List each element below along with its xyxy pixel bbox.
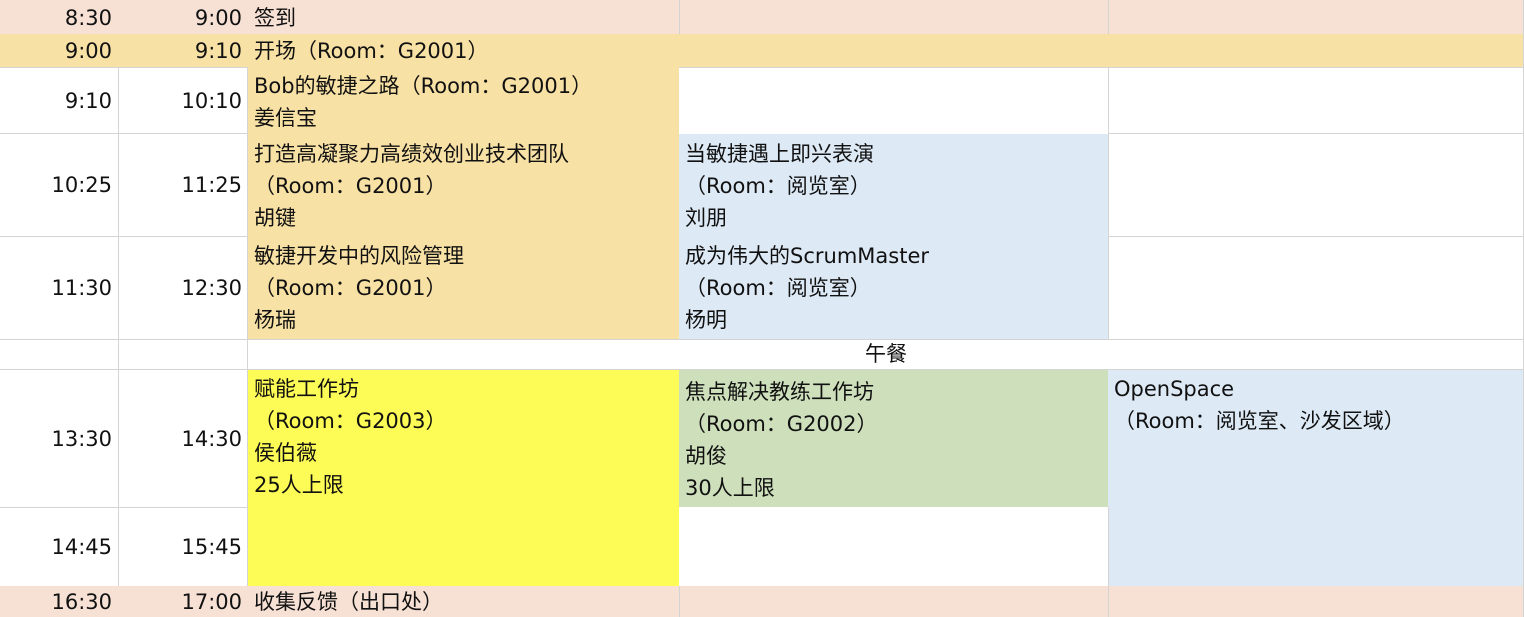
- grid-line: [1108, 236, 1524, 237]
- session-cell: 打造高凝聚力高绩效创业技术团队 （Room：G2001） 胡键: [248, 137, 679, 236]
- grid-line: [679, 0, 680, 34]
- start-time: 8:30: [64, 6, 112, 30]
- opening-title: 开场（Room：G2001）: [254, 38, 489, 63]
- start-time: 9:00: [64, 38, 112, 63]
- grid-line: [679, 67, 1524, 68]
- session-speaker: 侯伯薇: [254, 441, 317, 465]
- session-title: 赋能工作坊: [254, 377, 359, 401]
- session-speaker: 胡俊: [685, 444, 727, 468]
- session-room: （Room：G2001）: [254, 276, 447, 300]
- session-limit: 25人上限: [254, 473, 344, 497]
- session-title: 当敏捷遇上即兴表演: [685, 142, 874, 166]
- end-time: 11:25: [181, 173, 242, 197]
- session-room: （Room：G2001）: [254, 174, 447, 198]
- grid-line: [1108, 586, 1109, 617]
- session-title: Bob的敏捷之路（Room：G2001）: [254, 74, 593, 98]
- start-time: 16:30: [51, 589, 112, 614]
- schedule-sheet: 8:30 9:00 签到 9:00 9:10 开场（Room：G2001） 9:…: [0, 0, 1524, 617]
- session-cell: 焦点解决教练工作坊 （Room：G2002） 胡俊 30人上限: [679, 375, 1108, 507]
- session-room: （Room：阅览室、沙发区域）: [1114, 409, 1405, 433]
- session-speaker: 刘朋: [685, 206, 727, 230]
- end-time: 9:00: [194, 6, 242, 30]
- session-speaker: 杨明: [685, 308, 727, 332]
- session-cell: 当敏捷遇上即兴表演 （Room：阅览室） 刘朋: [679, 137, 1108, 236]
- start-time: 9:10: [64, 88, 112, 113]
- session-room: （Room：G2002）: [685, 412, 878, 436]
- session-title: 打造高凝聚力高绩效创业技术团队: [254, 142, 569, 166]
- checkin-title: 签到: [254, 6, 296, 30]
- session-speaker: 杨瑞: [254, 308, 296, 332]
- end-time: 17:00: [181, 589, 242, 614]
- start-time: 13:30: [51, 426, 112, 451]
- session-speaker: 姜信宝: [254, 106, 317, 130]
- session-room: （Room：阅览室）: [685, 276, 871, 300]
- grid-line: [679, 586, 680, 617]
- start-time: 14:45: [51, 535, 112, 559]
- session-cell: Bob的敏捷之路（Room：G2001） 姜信宝: [248, 69, 679, 134]
- session-title: 敏捷开发中的风险管理: [254, 244, 464, 268]
- session-room: （Room：阅览室）: [685, 174, 871, 198]
- session-title: OpenSpace: [1114, 377, 1235, 401]
- session-title: 焦点解决教练工作坊: [685, 380, 874, 404]
- end-time: 12:30: [181, 276, 242, 300]
- end-time: 10:10: [181, 88, 242, 113]
- session-cell: 成为伟大的ScrumMaster （Room：阅览室） 杨明: [679, 239, 1108, 339]
- end-time: 14:30: [181, 426, 242, 451]
- end-time: 9:10: [194, 38, 242, 63]
- session-cell: 敏捷开发中的风险管理 （Room：G2001） 杨瑞: [248, 239, 679, 339]
- end-time: 15:45: [181, 535, 242, 559]
- start-time: 11:30: [51, 276, 112, 300]
- grid-line: [1108, 133, 1524, 134]
- grid-line: [1108, 67, 1109, 339]
- start-time: 10:25: [51, 173, 112, 197]
- lunch-label: 午餐: [865, 342, 907, 366]
- session-speaker: 胡键: [254, 206, 296, 230]
- grid-line: [1108, 0, 1109, 34]
- grid-line: [1108, 507, 1109, 586]
- session-cell: 赋能工作坊 （Room：G2003） 侯伯薇 25人上限: [248, 372, 679, 507]
- session-cell: OpenSpace （Room：阅览室、沙发区域）: [1108, 372, 1524, 507]
- session-limit: 30人上限: [685, 476, 775, 500]
- session-room: （Room：G2003）: [254, 409, 447, 433]
- feedback-title: 收集反馈（出口处）: [254, 589, 443, 614]
- session-title: 成为伟大的ScrumMaster: [685, 244, 929, 268]
